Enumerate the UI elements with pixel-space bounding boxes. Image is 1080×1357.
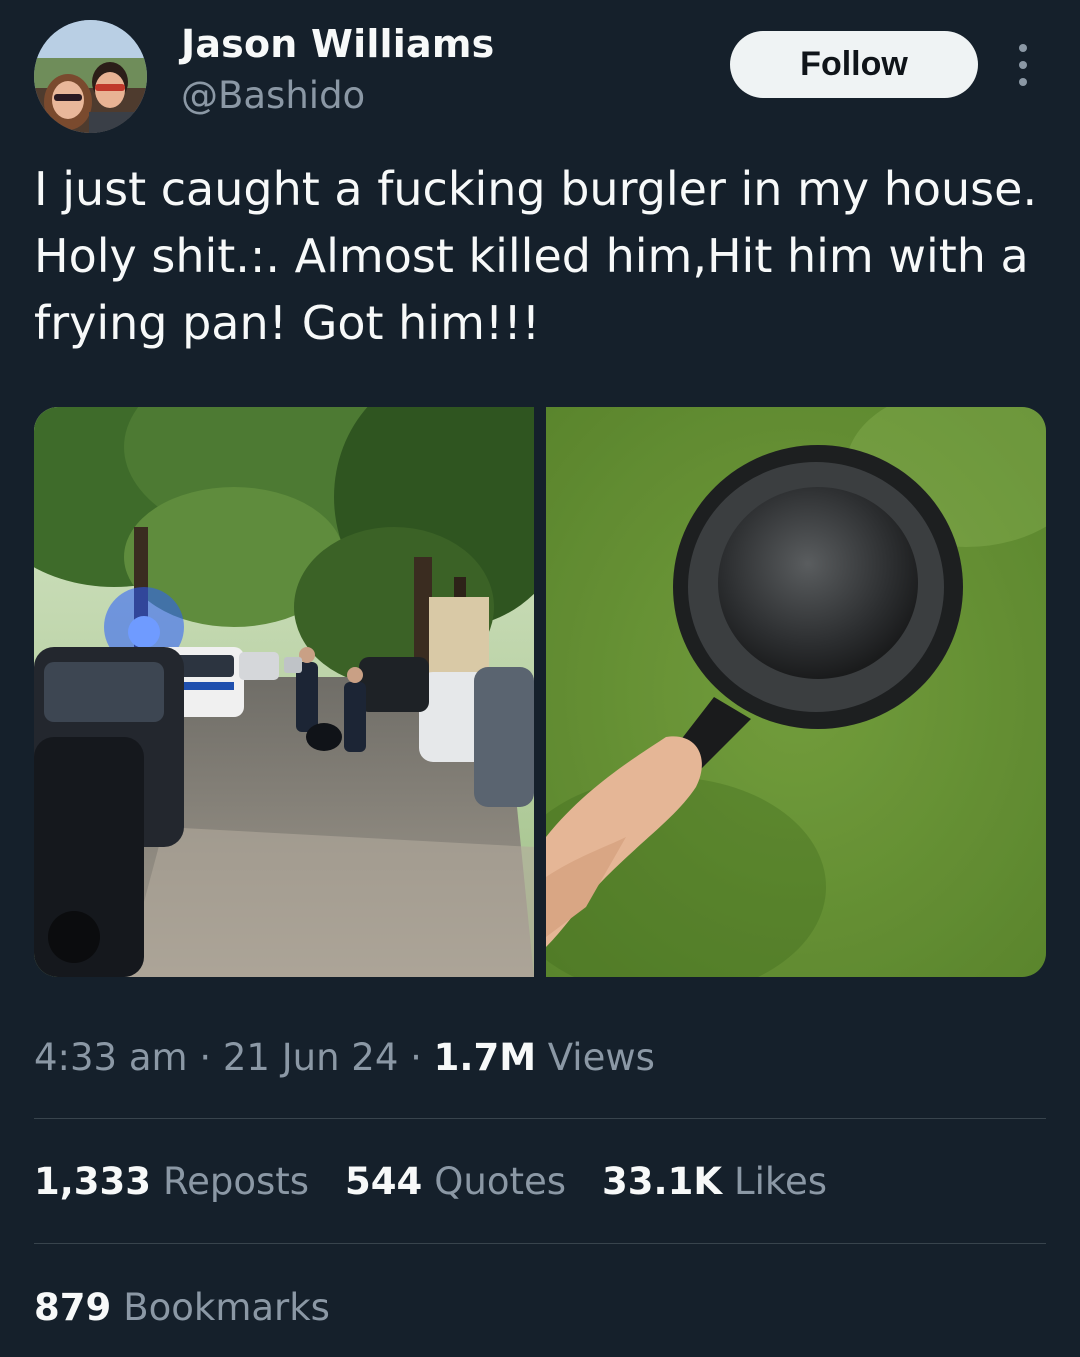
author-handle[interactable]: @Bashido: [181, 74, 365, 117]
tweet-text: I just caught a fucking burgler in my ho…: [34, 162, 1038, 350]
divider: [34, 1118, 1046, 1119]
quotes-label: Quotes: [434, 1160, 567, 1203]
views-label: Views: [536, 1036, 655, 1079]
bookmarks-label: Bookmarks: [123, 1286, 330, 1329]
views-count: 1.7M: [433, 1036, 537, 1079]
dot: [1019, 44, 1027, 52]
tweet-media: [34, 407, 1046, 977]
follow-button[interactable]: Follow: [730, 31, 978, 98]
engagement-stats: 1,333 Reposts 544 Quotes 33.1K Likes: [34, 1160, 827, 1203]
likes-count: 33.1K: [602, 1160, 723, 1203]
tweet-detail: Jason Williams @Bashido Follow I just ca…: [0, 0, 1080, 1357]
reposts-label: Reposts: [163, 1160, 310, 1203]
tweet-date[interactable]: 21 Jun 24: [223, 1036, 399, 1079]
likes-label: Likes: [734, 1160, 828, 1203]
more-horizontal-icon[interactable]: [1012, 44, 1034, 86]
separator: ·: [398, 1036, 434, 1079]
tweet-time[interactable]: 4:33 am: [34, 1036, 188, 1079]
separator: ·: [187, 1036, 223, 1079]
likes-stat[interactable]: 33.1K Likes: [602, 1160, 827, 1203]
divider: [34, 1243, 1046, 1244]
author-name[interactable]: Jason Williams: [181, 22, 494, 66]
tweet-meta: 4:33 am · 21 Jun 24 · 1.7M Views: [34, 1036, 655, 1079]
dot: [1019, 78, 1027, 86]
bookmarks-count: 879: [34, 1286, 112, 1329]
bookmarks-stat[interactable]: 879 Bookmarks: [34, 1286, 330, 1329]
media-photo-frying-pan[interactable]: [546, 407, 1046, 977]
quotes-stat[interactable]: 544 Quotes: [345, 1160, 566, 1203]
media-photo-street[interactable]: [34, 407, 534, 977]
reposts-stat[interactable]: 1,333 Reposts: [34, 1160, 309, 1203]
street-scene-image: [34, 407, 534, 977]
avatar-photo: [34, 20, 147, 133]
dot: [1019, 61, 1027, 69]
reposts-count: 1,333: [34, 1160, 152, 1203]
frying-pan-image: [546, 407, 1046, 977]
quotes-count: 544: [345, 1160, 423, 1203]
author-avatar[interactable]: [34, 20, 147, 133]
